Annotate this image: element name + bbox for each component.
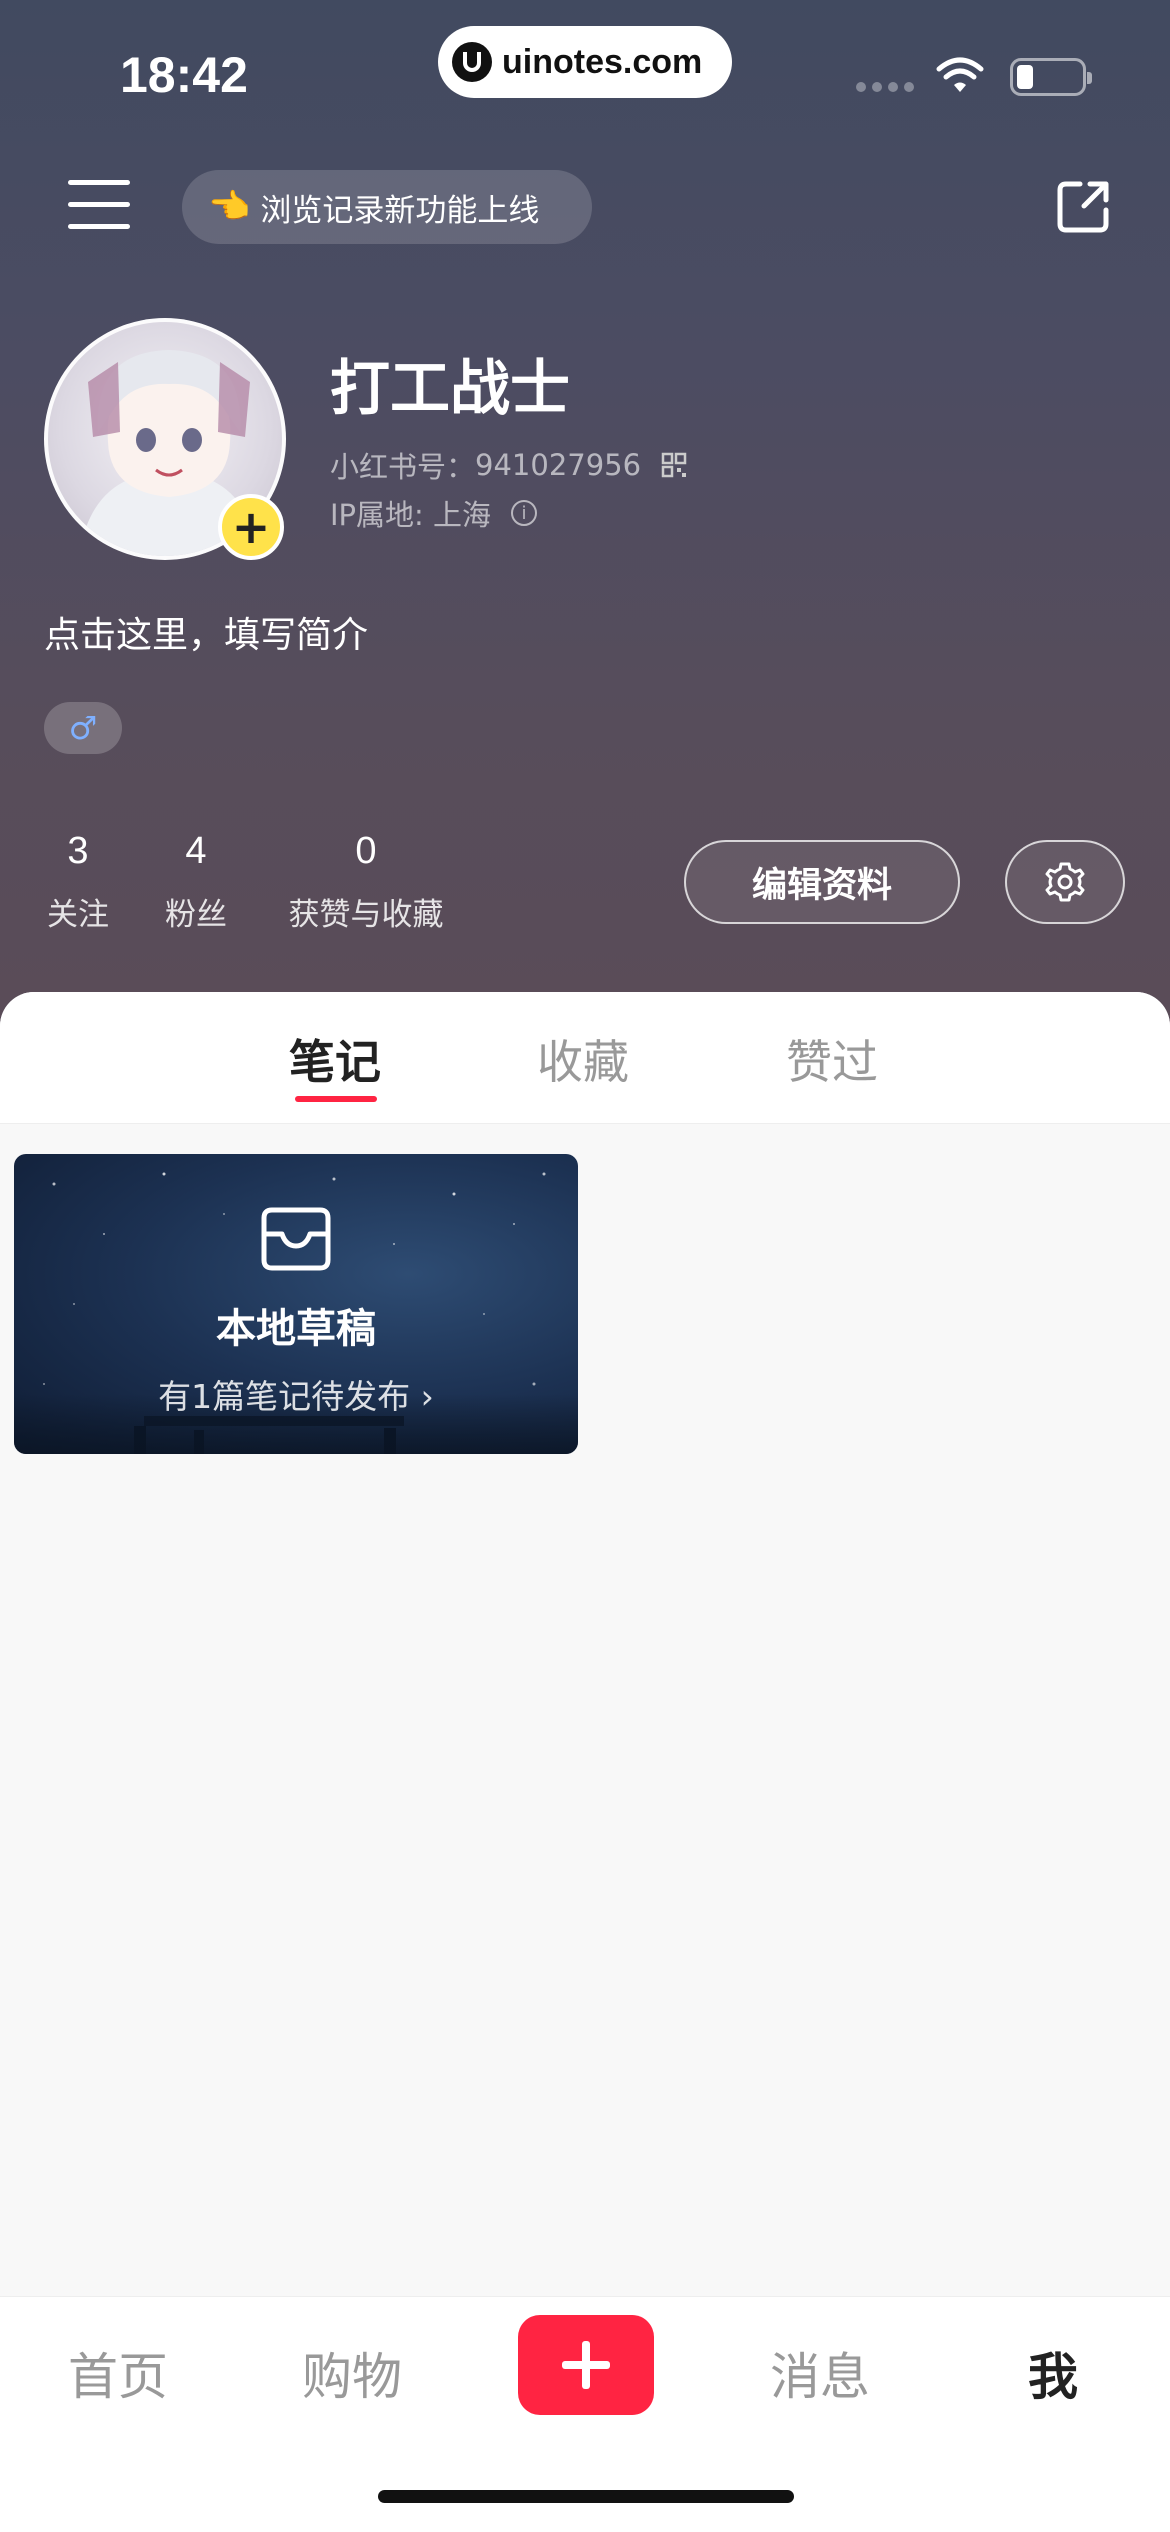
stat-likes-collects[interactable]: 0 获赞与收藏	[280, 830, 452, 934]
stat-following-label: 关注	[47, 897, 109, 933]
stat-following-count: 3	[67, 830, 89, 872]
red-id-label: 小红书号：	[330, 450, 476, 484]
stat-following[interactable]: 3 关注	[44, 830, 112, 934]
tab-liked[interactable]: 赞过	[786, 1026, 878, 1092]
plus-icon	[562, 2341, 610, 2389]
menu-icon[interactable]	[68, 180, 130, 230]
profile-tabs: 笔记 收藏 赞过	[0, 992, 1170, 1124]
home-indicator	[378, 2490, 794, 2503]
stat-likes-label: 获赞与收藏	[288, 897, 444, 933]
draft-title: 本地草稿	[216, 1306, 376, 1352]
browsing-history-notice[interactable]: 👈 浏览记录新功能上线	[182, 170, 592, 244]
nav-messages[interactable]: 消息	[770, 2337, 870, 2409]
watermark-logo-icon	[452, 42, 492, 82]
bio-placeholder[interactable]: 点击这里，填写简介	[44, 606, 368, 658]
stat-followers-count: 4	[185, 830, 207, 872]
gear-icon	[1045, 862, 1085, 902]
settings-button[interactable]	[1005, 840, 1125, 924]
local-drafts-card[interactable]: 本地草稿 有1篇笔记待发布 ›	[14, 1154, 578, 1454]
stat-followers-label: 粉丝	[165, 897, 227, 933]
publish-button[interactable]	[518, 2315, 654, 2415]
edit-profile-button[interactable]: 编辑资料	[684, 840, 960, 924]
content-sheet: 笔记 收藏 赞过 本地草稿 有1篇笔记待发布 ›	[0, 992, 1170, 2296]
ip-location-text: IP属地: 上海	[330, 498, 492, 532]
red-id-value: 941027956	[475, 448, 642, 482]
username: 打工战士	[330, 354, 570, 424]
watermark-text: uinotes.com	[502, 42, 703, 81]
gender-tag[interactable]: ♂	[44, 702, 122, 754]
add-avatar-plus-icon[interactable]: +	[218, 494, 284, 560]
cellular-signal-icon	[856, 82, 914, 92]
nav-me[interactable]: 我	[1028, 2337, 1078, 2409]
draft-box-icon	[261, 1207, 331, 1271]
nav-home[interactable]: 首页	[68, 2337, 168, 2409]
pointing-hand-icon: 👈	[208, 187, 251, 227]
stat-likes-count: 0	[355, 830, 377, 872]
tab-collections[interactable]: 收藏	[537, 1026, 629, 1092]
share-icon[interactable]	[1054, 176, 1114, 236]
draft-subtitle: 有1篇笔记待发布 ›	[158, 1377, 434, 1416]
battery-icon	[1010, 58, 1092, 96]
qr-code-icon[interactable]	[661, 452, 687, 478]
stat-followers[interactable]: 4 粉丝	[162, 830, 230, 934]
status-time: 18:42	[120, 47, 248, 103]
nav-shopping[interactable]: 购物	[302, 2337, 402, 2409]
ip-location-row: IP属地: 上海 i	[330, 492, 538, 534]
male-icon: ♂	[68, 709, 98, 747]
notice-text: 浏览记录新功能上线	[260, 192, 540, 229]
watermark-badge: uinotes.com	[438, 26, 732, 98]
wifi-icon	[936, 57, 984, 92]
tab-notes[interactable]: 笔记	[289, 1026, 381, 1092]
info-icon[interactable]: i	[511, 500, 538, 526]
active-tab-indicator	[295, 1096, 377, 1102]
red-id-row: 小红书号： 941027956	[330, 444, 687, 486]
